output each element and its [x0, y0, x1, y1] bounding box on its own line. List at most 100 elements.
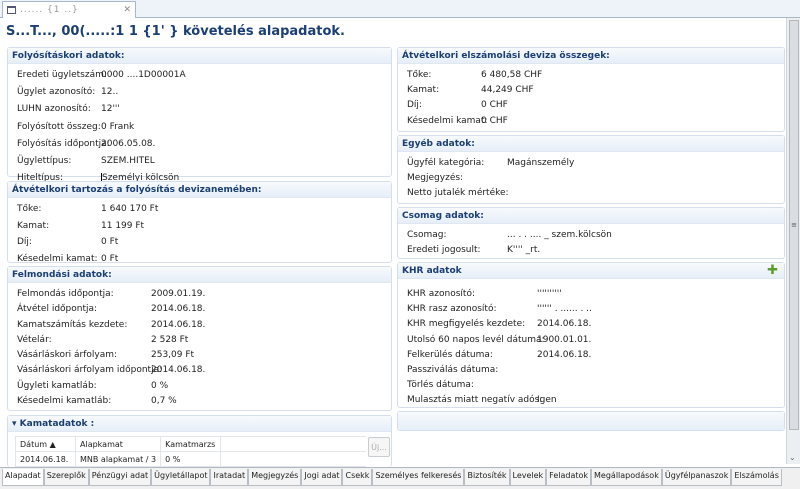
field-row: Felkerülés dátuma: 2014.06.18. [407, 350, 784, 365]
bottom-tab[interactable]: Alapadat [2, 469, 44, 486]
table-row[interactable]: 2014.06.18. MNB alapkamat / 3 0 % [15, 451, 366, 467]
field-row: Vásárláskori árfolyam időpontja: 2014.06.… [17, 365, 391, 380]
sort-asc-icon: ▲ [49, 439, 56, 449]
field-row: Folyósítás időpontja: 2006.05.08. [17, 139, 391, 156]
field-row: Passziválás dátuma: [407, 365, 784, 380]
field-row: KHR rasz azonosító: '''''' . ...... . .. [407, 304, 784, 319]
field-label: Mulasztás miatt negatív adós: [407, 395, 543, 406]
kamatadatok-title: Kamatadatok : [19, 419, 95, 429]
field-row: Ügyfél kategória: Magánszemély [407, 158, 784, 173]
field-value: 0 Frank [101, 121, 135, 132]
field-row: Folyósított összeg: 0 Frank [17, 122, 391, 139]
field-row: Tőke: 6 480,58 CHF [407, 70, 784, 85]
bottom-tab[interactable]: Szereplők [43, 469, 89, 486]
field-value: 1 640 170 Ft [101, 204, 159, 214]
field-label: Vásárláskori árfolyam: [17, 350, 118, 361]
field-row: Késedelmi kamat: 0 CHF [407, 116, 784, 131]
field-value: 12.. [101, 87, 119, 98]
field-label: KHR megfigyelés kezdete: [407, 319, 526, 330]
csomag-header: Csomag adatok: [398, 208, 784, 224]
bottom-tab[interactable]: Elszámolás [731, 469, 782, 486]
field-label: Utolsó 60 napos levél dátuma: [407, 334, 545, 345]
bottom-tab[interactable]: Megjegyzés [248, 469, 302, 486]
field-label: Netto jutalék mértéke: [407, 188, 509, 198]
field-value: ... . . .... _ szem.kölcsön [507, 230, 612, 240]
field-value: '''''' . ...... . .. [537, 304, 592, 315]
field-label: Vásárláskori árfolyam időpontja: [17, 365, 163, 376]
deviza-header: Átvételkori elszámolási deviza összegek: [398, 48, 784, 64]
field-row: Vételár: 2 528 Ft [17, 335, 391, 350]
close-icon[interactable]: ✕ [123, 5, 131, 15]
field-value: 2 528 Ft [151, 334, 189, 345]
field-label: Passziválás dátuma: [407, 364, 499, 375]
field-row: KHR azonosító: '''''''''' [407, 289, 784, 304]
col-datum[interactable]: Dátum ▲ [15, 436, 76, 452]
bottom-tab[interactable]: Feladatok [546, 469, 592, 486]
bottom-tab[interactable]: Ügyfélpanaszok [661, 469, 732, 486]
field-value: K'''' _rt. [507, 244, 541, 255]
field-value: SZEM.HITEL [101, 155, 155, 166]
field-label: KHR azonosító: [407, 289, 475, 299]
kamat-table: Dátum ▲ Alapkamat Kamatmarzs 2014.06.18.… [15, 436, 366, 467]
cell-alapkamat: MNB alapkamat / 3 [74, 451, 162, 467]
bottom-tab[interactable]: Levelek [509, 469, 547, 486]
kamatadatok-panel: ▾ Kamatadatok : Dátum ▲ Alapkamat Kamatm… [7, 415, 392, 467]
add-icon[interactable]: ✚ [767, 264, 778, 277]
felmondas-header: Felmondási adatok: [8, 267, 391, 283]
field-label: Díj: [407, 100, 422, 111]
field-value: 12''' [101, 104, 120, 115]
field-value: 0000 ....1D00001A [101, 70, 186, 80]
field-value: 2009.01.19. [151, 289, 206, 299]
field-label: Kamat: [407, 85, 440, 96]
khr-panel: KHR adatok ✚ KHR azonosító: '''''''''' KHR r… [397, 262, 785, 408]
field-label: Díj: [17, 237, 32, 247]
field-label: Eredeti jogosult: [407, 244, 481, 255]
vertical-scrollbar[interactable]: ≡ ⌄ [786, 18, 800, 464]
field-row: Kamat: 11 199 Ft [17, 221, 391, 238]
folyositas-header: Folyósításkori adatok: [8, 48, 391, 64]
field-label: Eredeti ügyletszám: [17, 70, 107, 80]
scroll-thumb[interactable]: ≡ [789, 20, 799, 430]
field-label: Megjegyzés: [407, 173, 464, 183]
field-label: Késedelmi kamat: [407, 115, 488, 126]
bottom-tab[interactable]: Személyes felkeresés [372, 469, 465, 486]
bottom-tab[interactable]: Iratadat [210, 469, 249, 486]
bottom-tab[interactable]: Megállapodások [591, 469, 662, 486]
field-value: 0 CHF [481, 115, 508, 126]
bottom-tab[interactable]: Pénzügyi adat [88, 469, 152, 486]
field-row: Törlés dátuma: [407, 380, 784, 395]
scroll-down-icon[interactable]: ⌄ [789, 453, 796, 462]
field-value: Magánszemély [507, 158, 575, 168]
bottom-tab[interactable]: Biztosíték [464, 469, 510, 486]
bottom-tab[interactable]: Ügyletállapot [151, 469, 211, 486]
field-label: Törlés dátuma: [407, 380, 474, 391]
field-row: Díj: 0 Ft [17, 237, 391, 254]
field-value: '''''''''' [537, 289, 562, 299]
col-kamatmarzs[interactable]: Kamatmarzs [160, 436, 222, 452]
field-label: Ügyleti kamatláb: [17, 380, 97, 391]
editor-tab-label: ...... {1 ..} [20, 5, 79, 15]
col-filler [220, 436, 366, 452]
field-label: Felkerülés dátuma: [407, 349, 493, 360]
field-label: Átvétel időpontja: [17, 304, 98, 315]
field-value: 2014.06.18. [537, 349, 592, 360]
cell-datum: 2014.06.18. [15, 451, 76, 467]
field-row: Felmondás időpontja: 2009.01.19. [17, 289, 391, 304]
editor-tab-bar: ...... {1 ..} ✕ [0, 0, 800, 18]
editor-tab[interactable]: ...... {1 ..} ✕ [2, 1, 136, 18]
field-label: Késedelmi kamatláb: [17, 396, 112, 407]
bottom-tab[interactable]: Jogi adat [301, 469, 343, 486]
field-label: Ügylettípus: [17, 155, 72, 166]
bottom-tab[interactable]: Csekk [342, 469, 373, 486]
field-value: 0 Ft [101, 237, 119, 247]
field-row: KHR megfigyelés kezdete: 2014.06.18. [407, 319, 784, 334]
empty-panel [397, 411, 785, 431]
table-header-row: Dátum ▲ Alapkamat Kamatmarzs [15, 436, 366, 452]
egyeb-header: Egyéb adatok: [398, 136, 784, 152]
kamatadatok-header[interactable]: ▾ Kamatadatok : [8, 416, 391, 432]
field-label: Felmondás időpontja: [17, 289, 114, 299]
col-alapkamat[interactable]: Alapkamat [74, 436, 162, 452]
field-value: 1900.01.01. [537, 334, 592, 345]
new-button[interactable]: Új... [368, 437, 390, 457]
field-row: Átvétel időpontja: 2014.06.18. [17, 304, 391, 319]
